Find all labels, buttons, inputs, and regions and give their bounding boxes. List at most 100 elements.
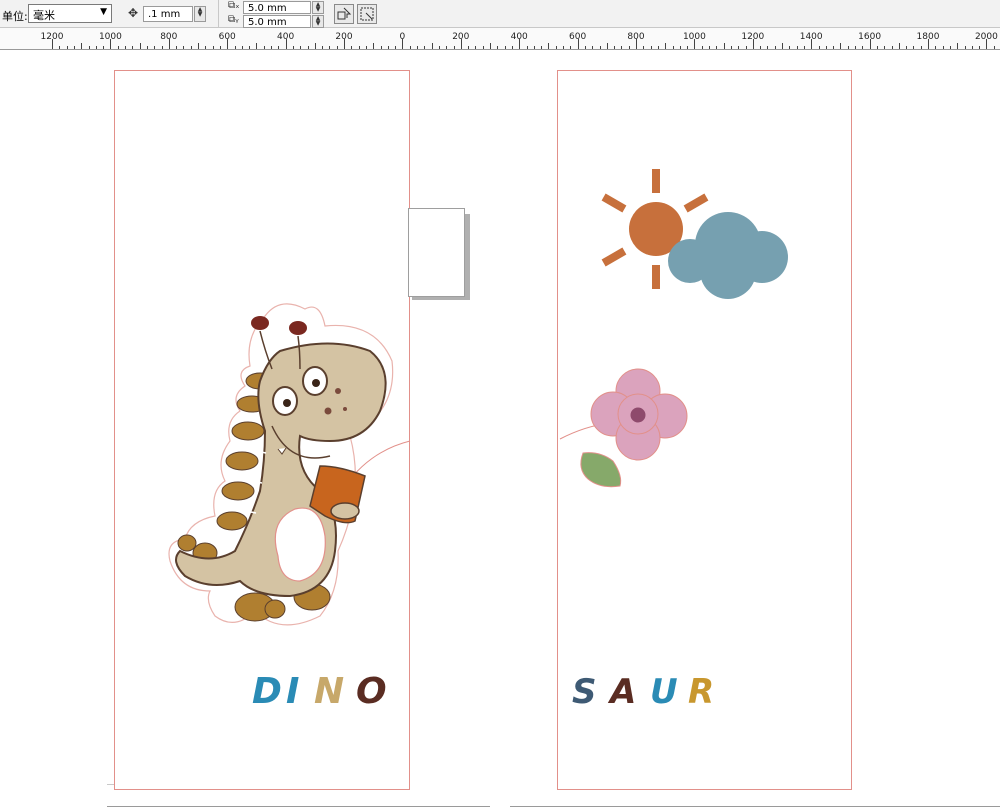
duplicate-x-value: 5.0 mm: [248, 3, 287, 14]
ruler-minor-tick: [621, 46, 623, 49]
ruler-minor-tick: [117, 46, 119, 49]
unit-select[interactable]: 毫米 ▼: [28, 4, 112, 23]
ruler-minor-tick: [964, 46, 966, 49]
ruler-minor-tick: [672, 46, 674, 49]
ruler-minor-tick: [468, 46, 470, 49]
toolbar-separator: [218, 0, 219, 28]
ruler-minor-tick: [497, 46, 499, 49]
ruler-minor-tick: [541, 46, 543, 49]
flower-illustration[interactable]: [555, 361, 695, 491]
ruler-minor-tick: [424, 46, 426, 49]
ruler-minor-tick: [453, 46, 455, 49]
ruler-minor-tick: [198, 43, 199, 49]
ruler-minor-tick: [438, 46, 440, 49]
ruler-minor-tick: [803, 46, 805, 49]
ruler-label: 600: [218, 32, 236, 42]
guide-line: [510, 806, 1000, 807]
nudge-spinner[interactable]: ▲ ▼: [194, 6, 206, 22]
ruler-minor-tick: [504, 46, 506, 49]
ruler-minor-tick: [533, 46, 535, 49]
ruler-minor-tick: [59, 46, 61, 49]
ruler-minor-tick: [183, 46, 185, 49]
bounding-box-icon: [360, 7, 374, 21]
ruler-minor-tick: [176, 46, 178, 49]
ruler-minor-tick: [876, 46, 878, 49]
ruler-label: 1600: [858, 32, 882, 42]
duplicate-x-spinner[interactable]: ▲ ▼: [312, 1, 324, 14]
ruler-minor-tick: [782, 43, 783, 49]
ruler-minor-tick: [913, 46, 915, 49]
tab-shape[interactable]: [408, 208, 465, 297]
ruler-minor-tick: [592, 46, 594, 49]
ruler-minor-tick: [614, 46, 616, 49]
ruler-minor-tick: [643, 46, 645, 49]
ruler-minor-tick: [212, 46, 214, 49]
ruler-minor-tick: [570, 46, 572, 49]
ruler-minor-tick: [855, 46, 856, 49]
letter-i: I: [286, 671, 299, 711]
ruler-minor-tick: [723, 43, 725, 49]
ruler-label: 1800: [916, 32, 940, 42]
ruler-label: 0: [399, 32, 406, 42]
ruler-label: 2000: [974, 32, 998, 42]
ruler-minor-tick: [760, 46, 762, 49]
ruler-minor-tick: [818, 46, 820, 49]
saur-wordmark[interactable]: S A U R: [570, 663, 730, 712]
ruler-minor-tick: [862, 46, 864, 49]
ruler-minor-tick: [665, 43, 667, 49]
ruler-minor-tick: [920, 46, 922, 49]
ruler-minor-tick: [409, 46, 411, 49]
ruler-minor-tick: [395, 46, 397, 49]
ruler-minor-tick: [657, 46, 659, 49]
ruler-minor-tick: [373, 43, 375, 49]
dino-wordmark[interactable]: D I N O: [248, 663, 403, 712]
guide-line: [107, 806, 490, 807]
ruler-minor-tick: [219, 46, 221, 49]
letter-r: R: [688, 672, 714, 711]
ruler-minor-tick: [584, 46, 586, 49]
ruler-minor-tick: [745, 46, 747, 49]
ruler-minor-tick: [563, 46, 564, 49]
duplicate-y-value: 5.0 mm: [248, 17, 287, 28]
ruler-minor-tick: [154, 46, 156, 49]
unit-label: 单位:: [2, 10, 28, 23]
edit-bounds-button[interactable]: [357, 4, 377, 24]
ruler-minor-tick: [249, 46, 251, 49]
duplicate-y-spinner[interactable]: ▲ ▼: [312, 15, 324, 28]
horizontal-ruler[interactable]: 1200 1000 800 600 400 200 0 200 400 600 800 1000 120…: [0, 28, 1000, 50]
duplicate-x-input[interactable]: 5.0 mm: [243, 1, 311, 14]
dinosaur-illustration[interactable]: [160, 291, 410, 636]
ruler-label: 1000: [682, 32, 706, 42]
letter-d: D: [252, 671, 282, 711]
duplicate-y-input[interactable]: 5.0 mm: [243, 15, 311, 28]
letter-s: S: [572, 672, 597, 711]
nudge-distance-input[interactable]: .1 mm: [143, 6, 193, 22]
duplicate-y-icon: ⧉ᵧ: [228, 14, 239, 25]
ruler-minor-tick: [81, 43, 83, 49]
ruler-minor-tick: [307, 46, 309, 49]
ruler-minor-tick: [942, 46, 944, 49]
ruler-minor-tick: [979, 46, 981, 49]
ruler-minor-tick: [271, 46, 272, 49]
ruler-minor-tick: [555, 46, 557, 49]
ruler-minor-tick: [935, 46, 937, 49]
ruler-minor-tick: [329, 46, 331, 49]
ruler-minor-tick: [906, 46, 908, 49]
ruler-minor-tick: [365, 46, 367, 49]
ruler-minor-tick: [730, 46, 732, 49]
drawing-canvas[interactable]: D I N O S A U R: [0, 51, 1000, 810]
ruler-minor-tick: [73, 46, 75, 49]
treat-as-filled-button[interactable]: [334, 4, 354, 24]
cloud-illustration[interactable]: [666, 209, 791, 301]
ruler-minor-tick: [949, 46, 951, 49]
unit-select-value: 毫米: [33, 9, 55, 22]
ruler-minor-tick: [322, 46, 324, 49]
ruler-minor-tick: [687, 46, 689, 49]
ruler-minor-tick: [336, 46, 338, 49]
ruler-minor-tick: [205, 46, 207, 49]
ruler-minor-tick: [628, 46, 630, 49]
ruler-minor-tick: [387, 46, 389, 49]
ruler-minor-tick: [599, 46, 601, 49]
ruler-minor-tick: [351, 46, 353, 49]
ruler-minor-tick: [482, 46, 484, 49]
